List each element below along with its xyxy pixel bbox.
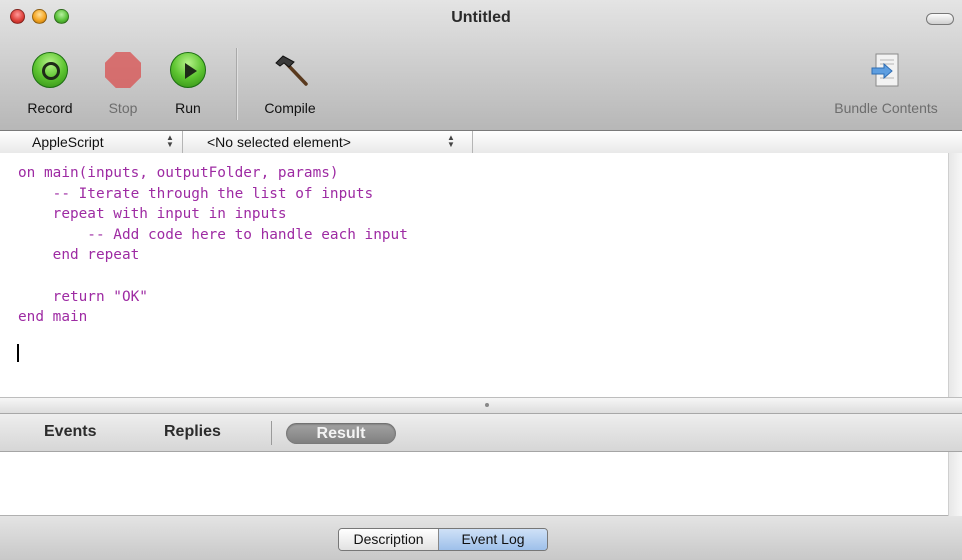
event-log-segment[interactable]: Event Log [439,529,547,550]
log-view-segmented-control: Description Event Log [338,528,548,551]
script-editor[interactable]: on main(inputs, outputFolder, params) --… [0,153,948,397]
text-caret [17,344,19,362]
popup-arrows-icon: ▲ ▼ [166,133,174,149]
language-value: AppleScript [32,134,104,150]
record-label: Record [27,100,73,116]
run-label: Run [175,100,201,116]
element-value: <No selected element> [207,134,351,150]
compile-label: Compile [264,100,316,116]
tab-result[interactable]: Result [286,423,396,444]
bundle-contents-label: Bundle Contents [834,100,938,116]
tab-divider [271,421,272,445]
stop-icon [105,52,141,88]
element-popup[interactable]: <No selected element> ▲ ▼ [183,131,473,153]
stop-button[interactable]: Stop [96,52,150,116]
window-toolbar: Untitled Record Stop Run Compile Bundle … [0,0,962,131]
toolbar-toggle-button[interactable] [926,13,954,25]
language-popup[interactable]: AppleScript ▲ ▼ [0,131,183,153]
editor-scrollbar[interactable] [948,153,962,397]
run-button[interactable]: Run [163,52,213,116]
bottom-bar: Description Event Log [0,516,962,560]
result-tab-bar: Events Replies Result [0,414,962,452]
bundle-contents-button[interactable]: Bundle Contents [816,52,956,116]
record-icon [32,52,68,88]
play-icon [170,52,206,88]
result-scrollbar[interactable] [948,452,962,516]
tab-events[interactable]: Events [44,423,96,441]
stop-label: Stop [108,100,138,116]
result-pane[interactable] [0,452,962,516]
description-segment[interactable]: Description [339,529,439,550]
window-title: Untitled [451,9,511,26]
script-code: on main(inputs, outputFolder, params) --… [18,165,408,326]
navigation-bar: AppleScript ▲ ▼ <No selected element> ▲ ▼ [0,131,962,154]
compile-button[interactable]: Compile [250,52,330,116]
tab-replies[interactable]: Replies [164,423,221,441]
bundle-contents-icon [868,52,904,88]
popup-arrows-icon: ▲ ▼ [447,133,455,149]
hammer-icon [272,52,308,88]
pane-splitter[interactable] [0,397,962,414]
toolbar-separator [236,48,238,120]
record-button[interactable]: Record [22,52,78,116]
